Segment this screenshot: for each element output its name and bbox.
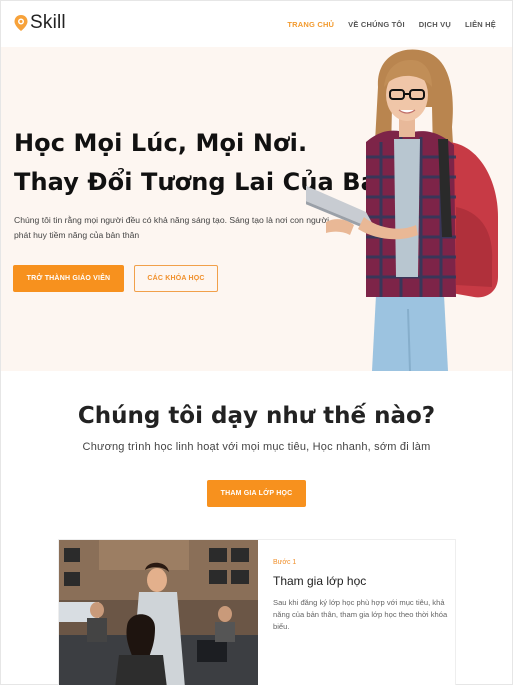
hero-section: Học Mọi Lúc, Mọi Nơi. Thay Đổi Tương Lai… [1,47,512,371]
courses-button[interactable]: CÁC KHÓA HỌC [134,265,218,292]
logo-pin-icon [14,15,28,31]
join-class-button[interactable]: THAM GIA LỚP HỌC [207,480,306,507]
site-header: Skill TRANG CHỦ VỀ CHÚNG TÔI DỊCH VỤ LIÊ… [1,1,512,47]
card-text: Sau khi đăng ký lớp học phù hợp với mục … [273,598,448,631]
become-teacher-button[interactable]: TRỞ THÀNH GIÁO VIÊN [13,265,124,292]
student-hero-image [306,49,498,371]
step-label: Bước 1 [273,559,297,566]
card-title: Tham gia lớp học [273,574,367,588]
logo[interactable]: Skill [13,12,66,34]
section-title: Chúng tôi dạy như thế nào? [77,403,436,429]
step-card: Bước 1 Tham gia lớp học Sau khi đăng ký … [58,539,456,685]
hero-description: Chúng tôi tin rằng mọi người đều có khả … [14,215,330,240]
nav-home[interactable]: TRANG CHỦ [287,20,334,29]
logo-text: Skill [30,12,66,33]
section-subtitle: Chương trình học linh hoạt với mọi mục t… [82,441,431,453]
main-nav: TRANG CHỦ VỀ CHÚNG TÔI DỊCH VỤ LIÊN HỆ [287,20,496,29]
nav-about[interactable]: VỀ CHÚNG TÔI [348,20,405,29]
nav-contact[interactable]: LIÊN HỆ [465,20,496,29]
classroom-photo [59,540,258,685]
hero-title-line1: Học Mọi Lúc, Mọi Nơi. [14,129,308,157]
nav-services[interactable]: DỊCH VỤ [419,20,451,29]
